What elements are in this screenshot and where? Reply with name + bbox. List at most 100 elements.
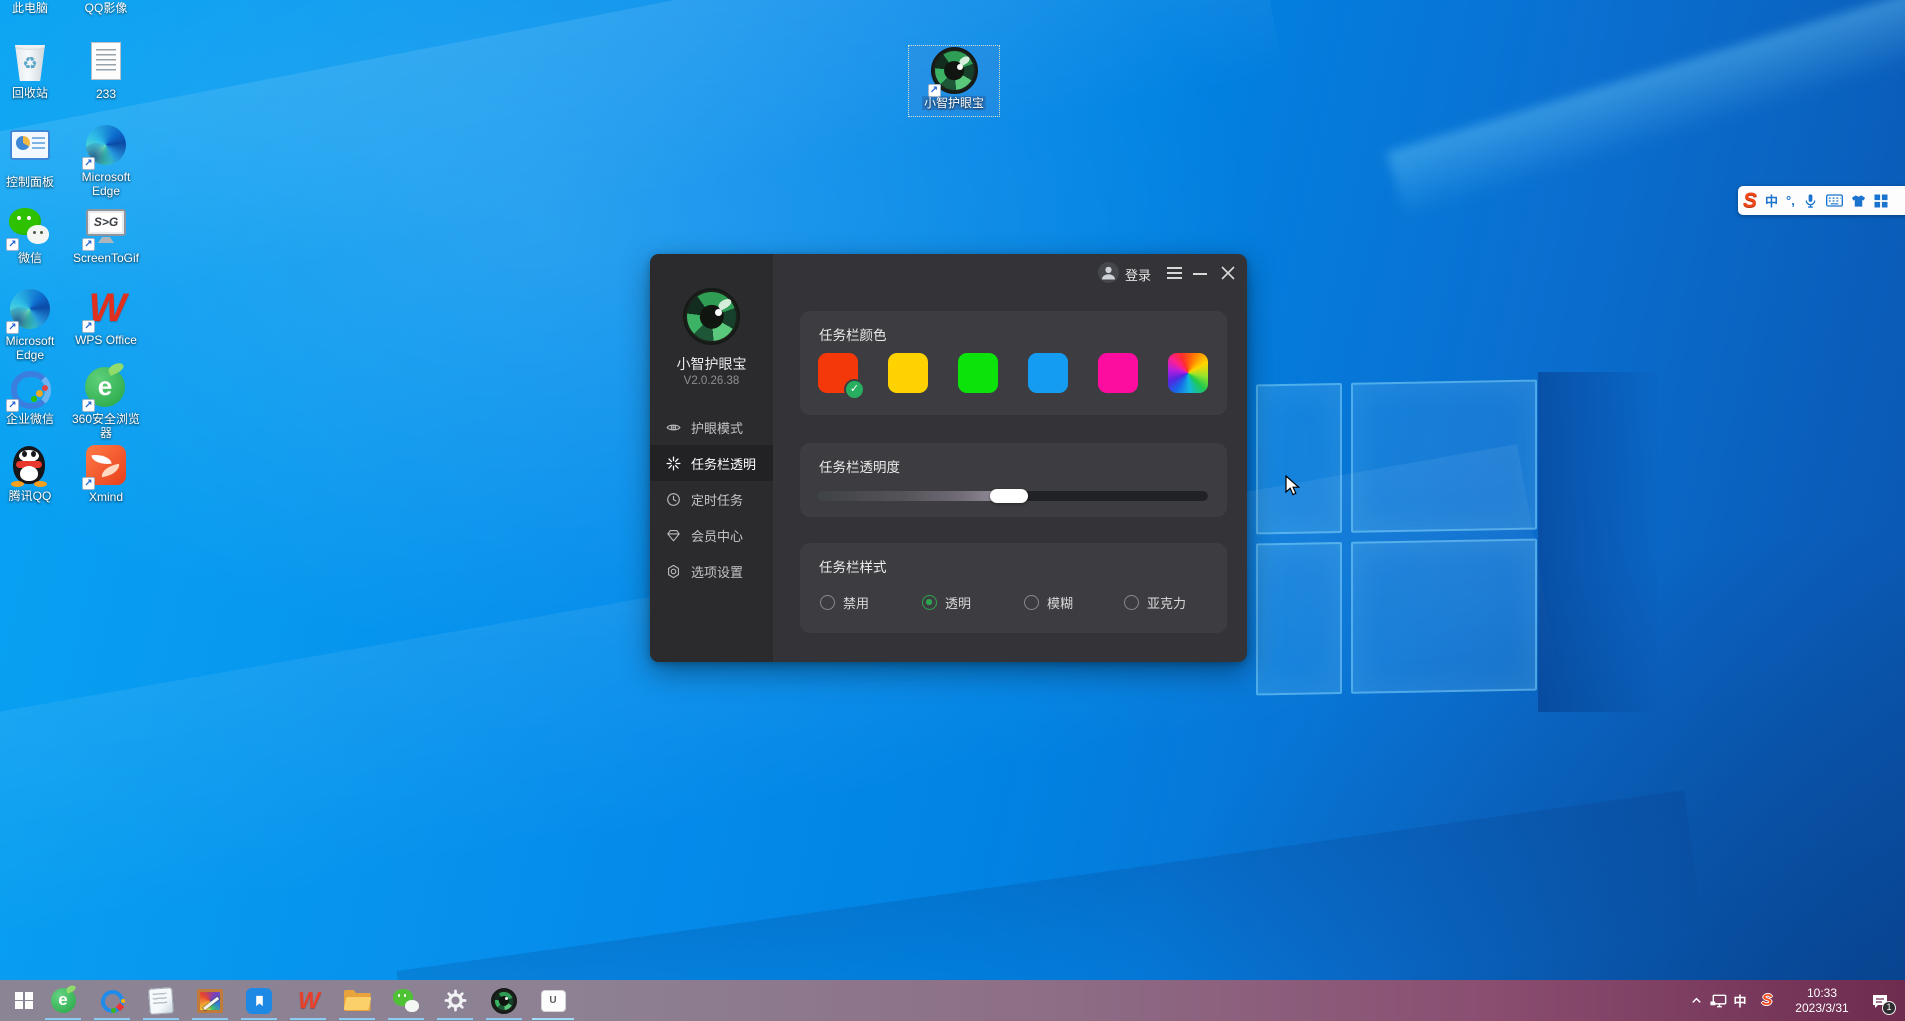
- color-swatch-green[interactable]: [958, 353, 998, 393]
- app-version: V2.0.26.38: [650, 375, 773, 387]
- taskbar-transparency-card: 任务栏透明度: [800, 443, 1227, 517]
- desktop-icon-edge-2[interactable]: Microsoft Edge: [68, 124, 144, 198]
- shortcut-arrow-icon: [82, 157, 95, 170]
- gear-icon: [665, 563, 682, 580]
- qq-icon: [9, 444, 49, 486]
- chinese-mode-label[interactable]: 中: [1765, 191, 1778, 210]
- file-explorer-icon: [344, 990, 371, 1011]
- desktop-icon-xmind[interactable]: Xmind: [68, 444, 144, 504]
- wechat-icon: [393, 988, 420, 1013]
- taskbar-icon-eyecare-app[interactable]: [482, 980, 526, 1021]
- sidebar-item-eye-mode[interactable]: 护眼模式: [650, 409, 773, 445]
- desktop-icon-label-qq-image[interactable]: QQ影像: [68, 0, 144, 16]
- wallpaper-pane: [1351, 380, 1537, 533]
- transparency-slider-fill: [817, 491, 1009, 501]
- desktop-icon-recycle-bin[interactable]: 回收站: [0, 40, 68, 100]
- color-swatch-magenta[interactable]: [1098, 353, 1138, 393]
- wallpaper-pane: [1351, 539, 1537, 694]
- desktop-icon-control-panel[interactable]: 控制面板: [0, 124, 68, 189]
- sidebar-item-scheduled-tasks[interactable]: 定时任务: [650, 481, 773, 517]
- radio-icon[interactable]: [820, 595, 835, 610]
- desktop-icon-label-this-pc[interactable]: 此电脑: [0, 0, 68, 16]
- desktop-icon-233-doc[interactable]: 233: [68, 40, 144, 101]
- radio-icon[interactable]: [1024, 595, 1039, 610]
- shortcut-arrow-icon: [6, 238, 19, 251]
- desktop-icon-qq[interactable]: 腾讯QQ: [0, 444, 68, 503]
- close-icon[interactable]: [1220, 265, 1236, 281]
- desktop-icon-edge-1[interactable]: Microsoft Edge: [0, 288, 68, 362]
- minimize-icon[interactable]: [1193, 273, 1207, 275]
- shortcut-arrow-icon: [82, 320, 95, 333]
- skin-icon[interactable]: [1851, 194, 1866, 208]
- desktop-icon-wechat[interactable]: 微信: [0, 206, 68, 265]
- sidebar-item-taskbar-transparency[interactable]: 任务栏透明: [650, 445, 773, 481]
- windows-wallpaper-logo: [1256, 380, 1538, 697]
- eyecare-app-icon: [491, 988, 517, 1014]
- menu-icon[interactable]: [1167, 267, 1182, 282]
- toolbox-icon[interactable]: [1874, 194, 1888, 208]
- gem-icon: [665, 527, 682, 544]
- keyboard-icon[interactable]: [1826, 194, 1843, 207]
- sidebar-item-options[interactable]: 选项设置: [650, 553, 773, 589]
- desktop-icon-360-browser[interactable]: e 360安全浏览器: [68, 367, 144, 440]
- taskbar-icon-wechat[interactable]: [384, 980, 428, 1021]
- tray-show-hidden-icons[interactable]: [1686, 980, 1706, 1021]
- sogou-logo[interactable]: S: [1743, 189, 1757, 213]
- eye-icon: [665, 419, 682, 436]
- color-swatch-rainbow[interactable]: [1168, 353, 1208, 393]
- taskbar-color-title: 任务栏颜色: [819, 324, 887, 344]
- punctuation-label[interactable]: °,: [1786, 193, 1795, 208]
- chevron-up-icon: [1689, 993, 1704, 1008]
- user-avatar-icon[interactable]: [1098, 262, 1119, 283]
- taskbar-icon-eyecare-window[interactable]: U: [531, 980, 575, 1021]
- shortcut-arrow-icon: [6, 399, 19, 412]
- eyecare-settings-window: 小智护眼宝 V2.0.26.38 护眼模式 任务栏透明 定时任务: [650, 254, 1247, 662]
- style-option-acrylic[interactable]: 亚克力: [1124, 593, 1186, 612]
- shortcut-arrow-icon: [6, 321, 19, 334]
- q-browser-icon: [99, 988, 125, 1014]
- radio-icon-selected[interactable]: [922, 595, 937, 610]
- notepad-icon: [148, 987, 174, 1015]
- shortcut-arrow-icon: [82, 477, 95, 490]
- color-swatch-yellow[interactable]: [888, 353, 928, 393]
- running-indicator: [388, 1018, 424, 1021]
- login-button[interactable]: 登录: [1125, 265, 1151, 284]
- taskbar-icon-file-explorer[interactable]: [335, 980, 379, 1021]
- desktop-icon-screentogif[interactable]: S>G ScreenToGif: [68, 206, 144, 265]
- taskbar-icon-q-browser[interactable]: [90, 980, 134, 1021]
- wallpaper-pane: [1256, 383, 1342, 535]
- taskbar-icon-360-browser[interactable]: e: [41, 980, 85, 1021]
- transparency-slider[interactable]: [817, 491, 1208, 501]
- microphone-icon[interactable]: [1803, 193, 1818, 208]
- running-indicator: [143, 1018, 179, 1021]
- taskbar-icon-wps[interactable]: W: [286, 980, 330, 1021]
- tray-sogou-icon[interactable]: S: [1755, 980, 1779, 1021]
- tray-notification-center[interactable]: 1: [1862, 980, 1898, 1021]
- color-swatch-red[interactable]: ✓: [818, 353, 858, 393]
- transparency-slider-thumb[interactable]: [990, 489, 1028, 503]
- taskbar-icon-image-viewer[interactable]: [188, 980, 232, 1021]
- desktop-icon-eyecare-app-selected[interactable]: 小智护眼宝: [908, 45, 1000, 117]
- tray-network-icon[interactable]: [1706, 980, 1730, 1021]
- running-indicator: [192, 1018, 228, 1021]
- tray-input-mode[interactable]: 中: [1729, 980, 1751, 1021]
- taskbar-icon-doc-app[interactable]: [237, 980, 281, 1021]
- desktop-icon-wecom[interactable]: 企业微信: [0, 367, 68, 426]
- desktop-icon-wps[interactable]: W WPS Office: [68, 288, 144, 347]
- tray-clock[interactable]: 10:33 2023/3/31: [1786, 980, 1858, 1021]
- notification-badge: 1: [1882, 1001, 1896, 1015]
- start-button[interactable]: [2, 980, 46, 1021]
- window-sidebar: 小智护眼宝 V2.0.26.38 护眼模式 任务栏透明 定时任务: [650, 254, 773, 662]
- radio-icon[interactable]: [1124, 595, 1139, 610]
- style-option-disable[interactable]: 禁用: [820, 593, 869, 612]
- shortcut-arrow-icon: [928, 84, 941, 97]
- style-option-blur[interactable]: 模糊: [1024, 593, 1073, 612]
- style-option-transparent[interactable]: 透明: [922, 593, 971, 612]
- eyecare-window-icon: U: [541, 990, 566, 1012]
- shortcut-arrow-icon: [82, 399, 95, 412]
- taskbar-icon-notepad[interactable]: [139, 980, 183, 1021]
- color-swatch-blue[interactable]: [1028, 353, 1068, 393]
- running-indicator: [45, 1018, 81, 1021]
- sidebar-item-member-center[interactable]: 会员中心: [650, 517, 773, 553]
- taskbar-icon-settings[interactable]: [433, 980, 477, 1021]
